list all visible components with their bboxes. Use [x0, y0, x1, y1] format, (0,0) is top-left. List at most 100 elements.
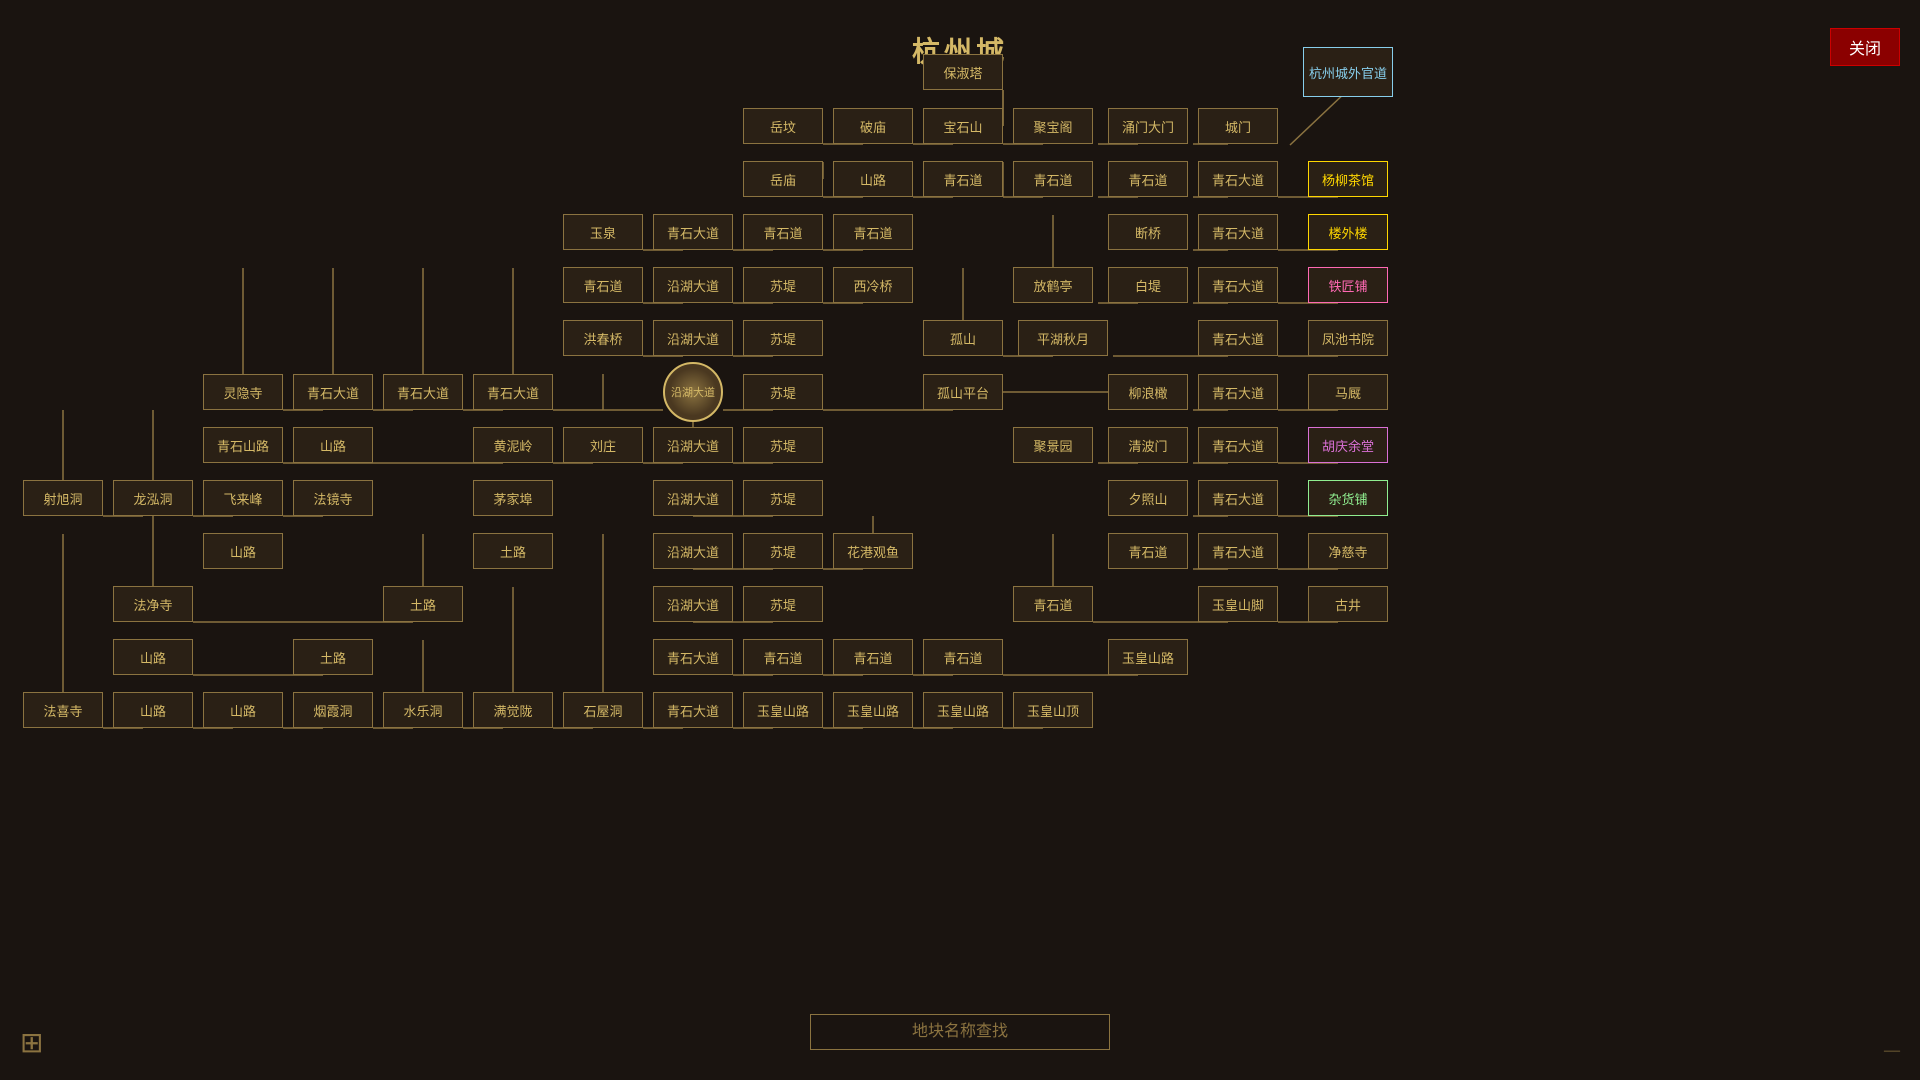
map-node-tulu3[interactable]: 土路 [293, 639, 373, 675]
map-node-faxisi[interactable]: 法喜寺 [23, 692, 103, 728]
map-node-sudi1[interactable]: 苏堤 [743, 267, 823, 303]
map-node-yanhudadao7[interactable]: 沿湖大道 [653, 586, 733, 622]
map-node-gushan[interactable]: 孤山 [923, 320, 1003, 356]
map-node-fanghetng[interactable]: 放鹤亭 [1013, 267, 1093, 303]
map-node-baoshishan[interactable]: 宝石山 [923, 108, 1003, 144]
map-node-yanhudadao1[interactable]: 沿湖大道 [653, 267, 733, 303]
map-node-qingshidadao1[interactable]: 青石大道 [1198, 161, 1278, 197]
map-node-xizhaoshan[interactable]: 夕照山 [1108, 480, 1188, 516]
map-node-huagangguanyu[interactable]: 花港观鱼 [833, 533, 913, 569]
map-node-tulu2[interactable]: 土路 [383, 586, 463, 622]
map-node-hqyutang[interactable]: 胡庆余堂 [1308, 427, 1388, 463]
map-node-baidi[interactable]: 白堤 [1108, 267, 1188, 303]
map-node-duanqiao[interactable]: 断桥 [1108, 214, 1188, 250]
map-node-zahuopu[interactable]: 杂货铺 [1308, 480, 1388, 516]
map-node-faijngsi2[interactable]: 法净寺 [113, 586, 193, 622]
map-node-qingbomen[interactable]: 清波门 [1108, 427, 1188, 463]
map-node-fajingsi[interactable]: 法镜寺 [293, 480, 373, 516]
map-node-manjuedian[interactable]: 满觉陇 [473, 692, 553, 728]
map-node-huangnilin[interactable]: 黄泥岭 [473, 427, 553, 463]
map-node-qingshidao4[interactable]: 青石道 [743, 214, 823, 250]
map-node-shexudong[interactable]: 射旭洞 [23, 480, 103, 516]
map-node-yuhuangshanlu[interactable]: 玉皇山路 [1108, 639, 1188, 675]
map-node-qingshishan[interactable]: 青石山路 [203, 427, 283, 463]
map-node-shanlu2[interactable]: 山路 [293, 427, 373, 463]
map-node-yuefen[interactable]: 岳坟 [743, 108, 823, 144]
map-node-yuhuangshanlu3[interactable]: 玉皇山路 [833, 692, 913, 728]
map-node-sudi3[interactable]: 苏堤 [743, 374, 823, 410]
map-node-qingshidadao5[interactable]: 青石大道 [1198, 320, 1278, 356]
map-node-qingshidao1[interactable]: 青石道 [923, 161, 1003, 197]
map-node-yanhudadao2[interactable]: 沿湖大道 [653, 320, 733, 356]
map-node-jubaoige[interactable]: 聚宝阁 [1013, 108, 1093, 144]
map-node-qingshidao9[interactable]: 青石道 [743, 639, 823, 675]
map-node-chengmen[interactable]: 城门 [1198, 108, 1278, 144]
map-node-yongmendamen[interactable]: 涌门大门 [1108, 108, 1188, 144]
map-node-majiabao[interactable]: 茅家埠 [473, 480, 553, 516]
map-node-lingyinsi[interactable]: 灵隐寺 [203, 374, 283, 410]
map-node-pomiao[interactable]: 破庙 [833, 108, 913, 144]
map-node-shanlu1[interactable]: 山路 [833, 161, 913, 197]
map-node-shanlu6[interactable]: 山路 [203, 692, 283, 728]
map-node-shiwudong[interactable]: 石屋洞 [563, 692, 643, 728]
map-node-qingshidadao6[interactable]: 青石大道 [293, 374, 373, 410]
map-node-sudi4[interactable]: 苏堤 [743, 427, 823, 463]
map-node-qingshidadao2[interactable]: 青石大道 [653, 214, 733, 250]
map-node-yanwudong[interactable]: 烟霞洞 [293, 692, 373, 728]
map-node-liuzhuang[interactable]: 刘庄 [563, 427, 643, 463]
map-node-qingshidao8[interactable]: 青石道 [1013, 586, 1093, 622]
map-node-qingshidadao4[interactable]: 青石大道 [1198, 267, 1278, 303]
map-node-yuhuangshanlu4[interactable]: 玉皇山路 [923, 692, 1003, 728]
map-node-qingshidadao13[interactable]: 青石大道 [653, 639, 733, 675]
map-node-yanhudadao4[interactable]: 沿湖大道 [653, 427, 733, 463]
map-node-jingcisi[interactable]: 净慈寺 [1308, 533, 1388, 569]
map-node-qingshidadao3[interactable]: 青石大道 [1198, 214, 1278, 250]
map-node-liulangjiao[interactable]: 柳浪橄 [1108, 374, 1188, 410]
map-node-magu[interactable]: 马厩 [1308, 374, 1388, 410]
map-node-qingshidao2[interactable]: 青石道 [1013, 161, 1093, 197]
map-node-qingshidao6[interactable]: 青石道 [563, 267, 643, 303]
map-node-tulu1[interactable]: 土路 [473, 533, 553, 569]
map-node-baosuta[interactable]: 保淑塔 [923, 54, 1003, 90]
map-node-qingshidadao8[interactable]: 青石大道 [473, 374, 553, 410]
map-node-yuhuangshanlu2[interactable]: 玉皇山路 [743, 692, 823, 728]
map-node-shanlu5[interactable]: 山路 [113, 692, 193, 728]
map-node-sudi6[interactable]: 苏堤 [743, 533, 823, 569]
map-node-shanlu3[interactable]: 山路 [203, 533, 283, 569]
map-node-fengchishuyuan[interactable]: 凤池书院 [1308, 320, 1388, 356]
map-node-shuiledong[interactable]: 水乐洞 [383, 692, 463, 728]
map-node-qingshidadao14[interactable]: 青石大道 [653, 692, 733, 728]
map-node-qingshidadao10[interactable]: 青石大道 [1198, 427, 1278, 463]
map-node-feilaifeng[interactable]: 飞来峰 [203, 480, 283, 516]
map-node-yuhuangshanding[interactable]: 玉皇山顶 [1013, 692, 1093, 728]
search-input[interactable] [810, 1014, 1110, 1050]
map-node-gushanpingtai[interactable]: 孤山平台 [923, 374, 1003, 410]
map-node-gujing[interactable]: 古井 [1308, 586, 1388, 622]
map-node-qingshidadao12[interactable]: 青石大道 [1198, 533, 1278, 569]
map-node-hangzhouwaiguandao[interactable]: 杭州城外官道 [1303, 47, 1393, 97]
map-node-qingshidadao11[interactable]: 青石大道 [1198, 480, 1278, 516]
map-node-qingshidao5[interactable]: 青石道 [833, 214, 913, 250]
close-button[interactable]: 关闭 [1830, 28, 1900, 66]
menu-icon[interactable]: ⊞ [20, 1026, 43, 1060]
map-node-hongchunqiao[interactable]: 洪春桥 [563, 320, 643, 356]
map-node-qingshidao10[interactable]: 青石道 [833, 639, 913, 675]
map-node-yanhudadao5[interactable]: 沿湖大道 [653, 480, 733, 516]
map-node-longhongdong[interactable]: 龙泓洞 [113, 480, 193, 516]
map-node-yuemiao[interactable]: 岳庙 [743, 161, 823, 197]
map-node-yangliuchaguan[interactable]: 杨柳茶馆 [1308, 161, 1388, 197]
map-node-sudi7[interactable]: 苏堤 [743, 586, 823, 622]
map-node-qingshidadao7[interactable]: 青石大道 [383, 374, 463, 410]
map-node-yanhudadao3[interactable]: 沿湖大道 [663, 362, 723, 422]
map-node-qingshidao7[interactable]: 青石道 [1108, 533, 1188, 569]
map-node-jujingyuan[interactable]: 聚景园 [1013, 427, 1093, 463]
map-node-yanhudadao6[interactable]: 沿湖大道 [653, 533, 733, 569]
map-node-shanlu4[interactable]: 山路 [113, 639, 193, 675]
map-node-yuquan[interactable]: 玉泉 [563, 214, 643, 250]
map-node-sudi5[interactable]: 苏堤 [743, 480, 823, 516]
map-node-louwaibou[interactable]: 楼外楼 [1308, 214, 1388, 250]
map-node-qingshidao3[interactable]: 青石道 [1108, 161, 1188, 197]
map-node-xilengqiao[interactable]: 西冷桥 [833, 267, 913, 303]
map-node-pinghuqiuyue[interactable]: 平湖秋月 [1018, 320, 1108, 356]
map-node-tiejianpu[interactable]: 铁匠铺 [1308, 267, 1388, 303]
